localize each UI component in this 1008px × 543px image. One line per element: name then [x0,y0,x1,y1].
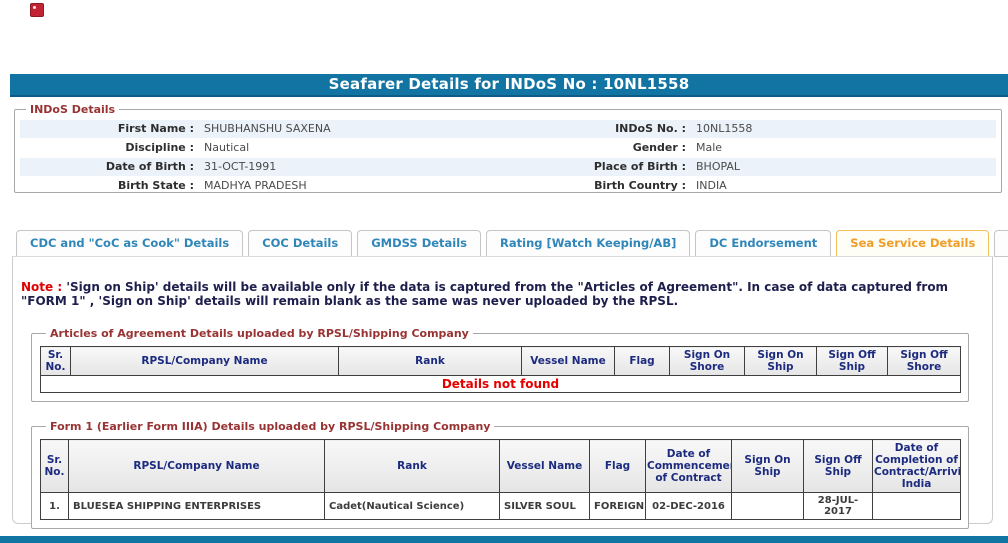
tab-rating-watch-keeping[interactable]: Rating [Watch Keeping/AB] [486,230,690,257]
form1-cell-completion-date [873,493,961,520]
aoa-header-sign-on-ship: Sign On Ship [745,347,817,376]
indos-no-value: 10NL1558 [690,120,996,138]
indos-row-name: First Name : SHUBHANSHU SAXENA INDoS No.… [20,120,996,138]
dob-value: 31-OCT-1991 [198,158,498,176]
aoa-header-flag: Flag [615,347,670,376]
birth-country-value: INDIA [690,177,996,195]
form1-data-row: 1. BLUESEA SHIPPING ENTERPRISES Cadet(Na… [41,493,961,520]
tab-gmdss-details[interactable]: GMDSS Details [357,230,481,257]
broken-image-icon [30,3,44,17]
form1-header-commencement: Date of Commencement of Contract [646,440,732,493]
indos-details-fieldset: INDoS Details First Name : SHUBHANSHU SA… [14,103,1002,193]
gender-label: Gender : [498,139,690,157]
form1-header-completion: Date of Completion of Contract/Arriving … [873,440,961,493]
articles-of-agreement-legend: Articles of Agreement Details uploaded b… [46,327,473,340]
aoa-header-sr-no: Sr. No. [41,347,71,376]
tab-bar: CDC and "CoC as Cook" Details COC Detail… [16,230,1008,257]
form1-cell-vessel: SILVER SOUL [500,493,590,520]
form1-cell-rank: Cadet(Nautical Science) [325,493,500,520]
place-of-birth-value: BHOPAL [690,158,996,176]
form1-cell-sign-off-ship: 28-JUL-2017 [804,493,873,520]
gender-value: Male [690,139,996,157]
tab-dc-endorsement[interactable]: DC Endorsement [695,230,831,257]
form1-cell-commencement-date: 02-DEC-2016 [646,493,732,520]
form1-cell-sign-on-ship [732,493,804,520]
indos-no-label: INDoS No. : [498,120,690,138]
indos-row-discipline: Discipline : Nautical Gender : Male [20,139,996,157]
indos-details-legend: INDoS Details [26,103,119,116]
form1-header-sr-no: Sr. No. [41,440,69,493]
footer-bar [0,536,1008,543]
first-name-label: First Name : [20,120,198,138]
birth-state-label: Birth State : [20,177,198,195]
form1-header-vessel: Vessel Name [500,440,590,493]
birth-state-value: MADHYA PRADESH [198,177,498,195]
form1-cell-company: BLUESEA SHIPPING ENTERPRISES [69,493,325,520]
tab-coc-details[interactable]: COC Details [248,230,352,257]
form1-cell-sr-no: 1. [41,493,69,520]
form1-header-sign-on-ship: Sign On Ship [732,440,804,493]
aoa-empty-row: Details not found [41,376,961,393]
aoa-header-rank: Rank [339,347,522,376]
tab-sea-service-details[interactable]: Sea Service Details [836,230,989,257]
aoa-header-sign-off-shore: Sign Off Shore [888,347,961,376]
aoa-header-company: RPSL/Company Name [71,347,339,376]
form1-legend: Form 1 (Earlier Form IIIA) Details uploa… [46,420,494,433]
aoa-header-sign-on-shore: Sign On Shore [670,347,745,376]
form1-header-rank: Rank [325,440,500,493]
form1-header-company: RPSL/Company Name [69,440,325,493]
aoa-header-row: Sr. No. RPSL/Company Name Rank Vessel Na… [41,347,961,376]
dob-label: Date of Birth : [20,158,198,176]
note-text: Note : 'Sign on Ship' details will be av… [21,280,984,308]
note-body: 'Sign on Ship' details will be available… [21,280,948,308]
form1-cell-flag: FOREIGN [590,493,646,520]
discipline-value: Nautical [198,139,498,157]
sea-service-panel: Note : 'Sign on Ship' details will be av… [12,256,993,524]
aoa-header-vessel: Vessel Name [522,347,615,376]
form1-header-row: Sr. No. RPSL/Company Name Rank Vessel Na… [41,440,961,493]
indos-row-birth: Date of Birth : 31-OCT-1991 Place of Bir… [20,158,996,176]
note-label: Note : [21,280,62,294]
form1-table: Sr. No. RPSL/Company Name Rank Vessel Na… [40,439,961,520]
aoa-empty-message: Details not found [41,376,961,393]
tab-cdc-coc-as-cook[interactable]: CDC and "CoC as Cook" Details [16,230,243,257]
articles-of-agreement-fieldset: Articles of Agreement Details uploaded b… [31,327,969,402]
birth-country-label: Birth Country : [498,177,690,195]
discipline-label: Discipline : [20,139,198,157]
indos-row-state: Birth State : MADHYA PRADESH Birth Count… [20,177,996,195]
aoa-header-sign-off-ship: Sign Off Ship [817,347,888,376]
tab-training-details[interactable]: Training Details [994,230,1008,257]
page-title: Seafarer Details for INDoS No : 10NL1558 [10,74,1008,97]
first-name-value: SHUBHANSHU SAXENA [198,120,498,138]
articles-of-agreement-table: Sr. No. RPSL/Company Name Rank Vessel Na… [40,346,961,393]
form1-header-flag: Flag [590,440,646,493]
form1-header-sign-off-ship: Sign Off Ship [804,440,873,493]
form1-fieldset: Form 1 (Earlier Form IIIA) Details uploa… [31,420,969,529]
place-of-birth-label: Place of Birth : [498,158,690,176]
